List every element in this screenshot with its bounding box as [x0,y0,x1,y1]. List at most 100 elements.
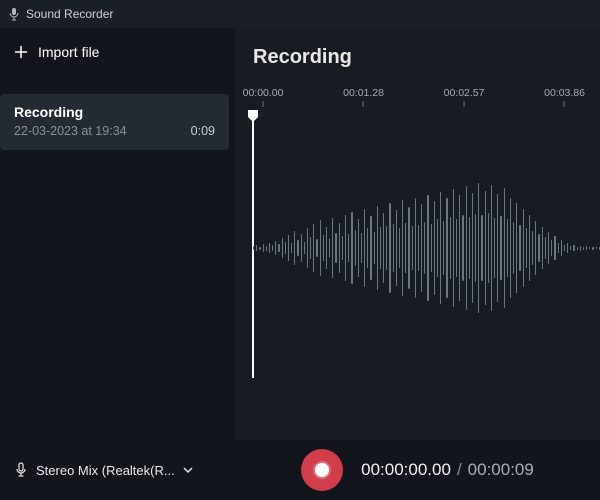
timeline-tick-label: 00:01.28 [343,87,384,99]
waveform-bar [358,219,359,277]
timeline-tick: 00:03.86 [544,87,585,107]
waveform-bar [329,238,330,258]
waveform-bar [275,241,276,255]
waveform-bar [310,237,311,259]
waveform-bar [507,219,508,277]
waveform-bar [285,242,286,254]
waveform-bar [431,224,432,272]
waveform-bar [551,240,552,256]
waveform-bar [472,193,473,303]
waveform-bar [326,227,327,269]
waveform-bar [402,200,403,296]
waveform-bar [408,207,409,289]
waveform-bar [440,192,441,304]
input-device-selector[interactable]: Stereo Mix (Realtek(R... [14,462,249,478]
content-area: Recording 00:00.0000:01.2800:02.5700:03.… [235,28,600,440]
timeline-tick-mark [263,101,264,107]
waveform-bar [399,228,400,268]
waveform-bar [323,235,324,261]
waveform-bar [453,189,454,307]
current-time: 00:00:00.00 [361,460,451,480]
timeline-tick: 00:02.57 [444,87,485,107]
waveform-bar [383,213,384,283]
waveform-bar [450,217,451,279]
waveform-bar [526,228,527,268]
timeline-tick-label: 00:02.57 [444,87,485,99]
input-device-label: Stereo Mix (Realtek(R... [36,463,175,478]
waveform-bar [278,244,279,252]
waveform-bar [570,246,571,250]
waveform-bar [424,222,425,274]
recording-list-item[interactable]: Recording 22-03-2023 at 19:34 0:09 [0,94,229,150]
waveform-bar [513,222,514,274]
waveform-bar [523,209,524,287]
waveform-bar [456,219,457,277]
waveform-bar [301,234,302,262]
timeline-tick-label: 00:03.86 [544,87,585,99]
waveform-bar [589,247,590,249]
waveform-bar [529,215,530,281]
plus-icon [14,45,28,59]
waveform-bar [491,185,492,311]
waveform-bar [335,233,336,263]
waveform-bar [586,246,587,250]
waveform-bar [494,218,495,278]
record-button[interactable] [301,449,343,491]
waveform-bar [469,217,470,279]
app-title: Sound Recorder [26,7,113,21]
waveform-bar [370,216,371,280]
waveform-bar [415,198,416,298]
timeline-tick: 00:01.28 [343,87,384,107]
waveform-bar [320,220,321,276]
waveform-bar [497,194,498,302]
waveform-bar [332,218,333,278]
waveform-bar [355,230,356,266]
waveform-bar [259,247,260,250]
waveform-bar [510,198,511,298]
waveform-bar [446,198,447,298]
waveform-bar [443,221,444,275]
waveform-bar [263,244,264,252]
import-file-label: Import file [38,44,99,60]
chevron-down-icon [183,465,193,475]
waveform-bar [542,227,543,269]
waveform-bar [342,236,343,260]
waveform-bar [421,204,422,292]
waveform-bar [297,240,298,256]
waveform-bar [307,228,308,268]
waveform-bar [475,214,476,282]
sidebar: Import file Recording 22-03-2023 at 19:3… [0,28,235,440]
timeline-tick-label: 00:00.00 [243,87,284,99]
playhead-handle-icon[interactable] [248,110,258,122]
recording-item-title: Recording [14,104,215,120]
waveform-bar [405,223,406,273]
waveform-bar [564,245,565,251]
waveform-bar [316,239,317,257]
waveform-bar [485,191,486,305]
waveform-bar [253,246,254,250]
waveform [253,163,600,333]
waveform-bar [288,235,289,261]
waveform-bar [272,245,273,251]
waveform-bar [500,216,501,280]
waveform-bar [351,212,352,284]
microphone-icon [14,462,28,478]
waveform-bar [538,234,539,262]
waveform-bar [459,195,460,301]
import-file-button[interactable]: Import file [0,36,235,68]
timecode: 00:00:00.00 / 00:00:09 [361,460,534,480]
waveform-bar [377,206,378,290]
waveform-bar [339,223,340,273]
waveform-bar [364,209,365,287]
record-icon [315,463,329,477]
app-icon [8,7,20,21]
waveform-bar [583,247,584,250]
waveform-bar [596,247,597,249]
timeline-ruler[interactable]: 00:00.0000:01.2800:02.5700:03.86 [253,87,588,101]
waveform-bar [389,203,390,293]
waveform-bar [374,232,375,264]
total-time: 00:00:09 [468,460,534,480]
waveform-bar [348,234,349,262]
waveform-bar [504,188,505,308]
waveform-bar [367,228,368,268]
